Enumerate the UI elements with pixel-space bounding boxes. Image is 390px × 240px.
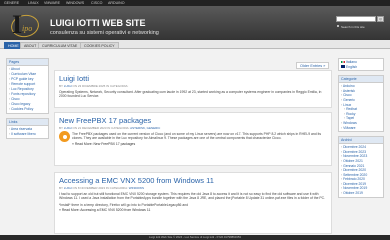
language-english[interactable]: English bbox=[341, 65, 381, 70]
post-title[interactable]: Luigi Iotti bbox=[59, 74, 327, 83]
sidebar-link-free-software[interactable]: Il software libero bbox=[9, 132, 46, 137]
post-excerpt: The FreePBX packages used on the current… bbox=[72, 132, 322, 141]
site-subtitle: consulenza su sistemi operativi e networ… bbox=[50, 30, 159, 36]
post-title[interactable]: Accessing a EMC VNX 5200 from Windows 11 bbox=[59, 176, 327, 185]
post-excerpt: I had to support an old but still functi… bbox=[59, 192, 326, 201]
topbar-item-vmware[interactable]: VMWARE bbox=[44, 1, 60, 5]
logo-script: ipo bbox=[22, 24, 33, 33]
categories-title: Categorie bbox=[338, 75, 384, 84]
site-footer: Luigi Iotti Web Site © 2024 - Luc Servic… bbox=[0, 235, 390, 240]
post-author[interactable]: LUIGI bbox=[64, 84, 72, 88]
post-card: Accessing a EMC VNX 5200 from Windows 11… bbox=[54, 172, 332, 234]
older-entries-button[interactable]: Older Entries » bbox=[296, 62, 330, 69]
post-date: ON 21 DECEMBER 2023 IN CATEGORIA: bbox=[72, 126, 130, 130]
right-sidebar: Italiano English Categorie Arduino Aster… bbox=[338, 58, 384, 202]
language-label: Italiano bbox=[346, 60, 357, 64]
post-categories[interactable]: WINDOWS bbox=[129, 186, 144, 190]
archive-title: Archivi bbox=[338, 136, 384, 145]
sidebar-item-cookies-policy[interactable]: Cookies Policy bbox=[9, 107, 46, 112]
topbar-item-cisco[interactable]: CISCO bbox=[91, 1, 102, 5]
post-card: New FreePBX 17 packages BY LUIGI ON 21 D… bbox=[54, 112, 332, 166]
freepbx-thumbnail-icon bbox=[59, 131, 70, 142]
post-card: Luigi Iotti BY LUIGI ON 23 DICEMBRE 2025… bbox=[54, 70, 332, 108]
pages-widget: Pages About Curriculum Vitae PCP guide k… bbox=[6, 58, 49, 114]
read-more-link[interactable]: » Read More: Accessing a EMC VNX 5200 fr… bbox=[59, 208, 327, 212]
search-site-checkbox[interactable] bbox=[337, 25, 340, 28]
search-site-label: Search in this site bbox=[341, 24, 365, 29]
site-header: I ipo LUIGI IOTTI WEB SITE consulenza su… bbox=[0, 6, 390, 40]
post-meta: BY LUIGI ON 8 NOVEMBER 2023 IN CATEGORIA… bbox=[59, 186, 327, 190]
tab-cookies-policy[interactable]: COOKIES POLICY bbox=[80, 41, 119, 49]
logo-letter: I bbox=[12, 10, 23, 39]
post-date: ON 8 NOVEMBER 2023 IN CATEGORIA: bbox=[72, 186, 128, 190]
tab-curriculum-vitae[interactable]: CURRICULUM VITAE bbox=[38, 41, 82, 49]
topbar-item-arduino[interactable]: ARDUINO bbox=[108, 1, 125, 5]
main-nav: HOME ABOUT CURRICULUM VITAE COOKIES POLI… bbox=[0, 40, 390, 49]
post-meta-prefix: BY bbox=[59, 186, 63, 190]
left-sidebar: Pages About Curriculum Vitae PCP guide k… bbox=[6, 58, 49, 143]
pages-widget-title: Pages bbox=[7, 59, 48, 66]
archive-item[interactable]: Ottobre 2019 bbox=[341, 191, 381, 196]
post-author[interactable]: LUIGI bbox=[64, 186, 72, 190]
categories-widget: Categorie Arduino Asterisk Cisco Generic… bbox=[338, 75, 384, 133]
post-meta: BY LUIGI ON 21 DECEMBER 2023 IN CATEGORI… bbox=[59, 126, 327, 130]
post-categories[interactable]: ASTERISK, GENERIC bbox=[130, 126, 160, 130]
post-title[interactable]: New FreePBX 17 packages bbox=[59, 116, 327, 125]
italy-flag-icon bbox=[341, 60, 345, 64]
uk-flag-icon bbox=[341, 65, 345, 68]
archive-widget: Archivi Dicembre 2024 Dicembre 2023 Nove… bbox=[338, 136, 384, 198]
topbar-item-linux[interactable]: LINUX bbox=[28, 1, 39, 5]
topbar-item-generic[interactable]: GENERE bbox=[4, 1, 19, 5]
language-label: English bbox=[346, 64, 358, 69]
language-switcher: Italiano English bbox=[338, 58, 384, 72]
topbar-item-windows[interactable]: WINDOWS bbox=[66, 1, 84, 5]
search-button[interactable]: Q bbox=[377, 16, 384, 22]
search-input[interactable] bbox=[336, 16, 376, 22]
post-excerpt: Operating Systems, Network, Security con… bbox=[59, 90, 322, 99]
post-date: ON 23 DICEMBRE 2025 IN CATEGORIA: bbox=[72, 84, 129, 88]
post-meta-prefix: BY bbox=[59, 84, 63, 88]
links-widget: Links Area riservata Il software libero bbox=[6, 118, 49, 139]
site-title[interactable]: LUIGI IOTTI WEB SITE bbox=[50, 18, 146, 28]
category-item[interactable]: VMware bbox=[341, 126, 381, 131]
post-meta: BY LUIGI ON 23 DICEMBRE 2025 IN CATEGORI… bbox=[59, 84, 327, 88]
post-author[interactable]: LUIGI bbox=[64, 126, 72, 130]
read-more-link[interactable]: » Read More: New FreePBX 17 packages bbox=[59, 142, 327, 146]
post-excerpt-continued: *Install* there in a temp directory, Fir… bbox=[59, 202, 189, 207]
links-widget-title: Links bbox=[7, 119, 48, 126]
post-meta-prefix: BY bbox=[59, 126, 63, 130]
